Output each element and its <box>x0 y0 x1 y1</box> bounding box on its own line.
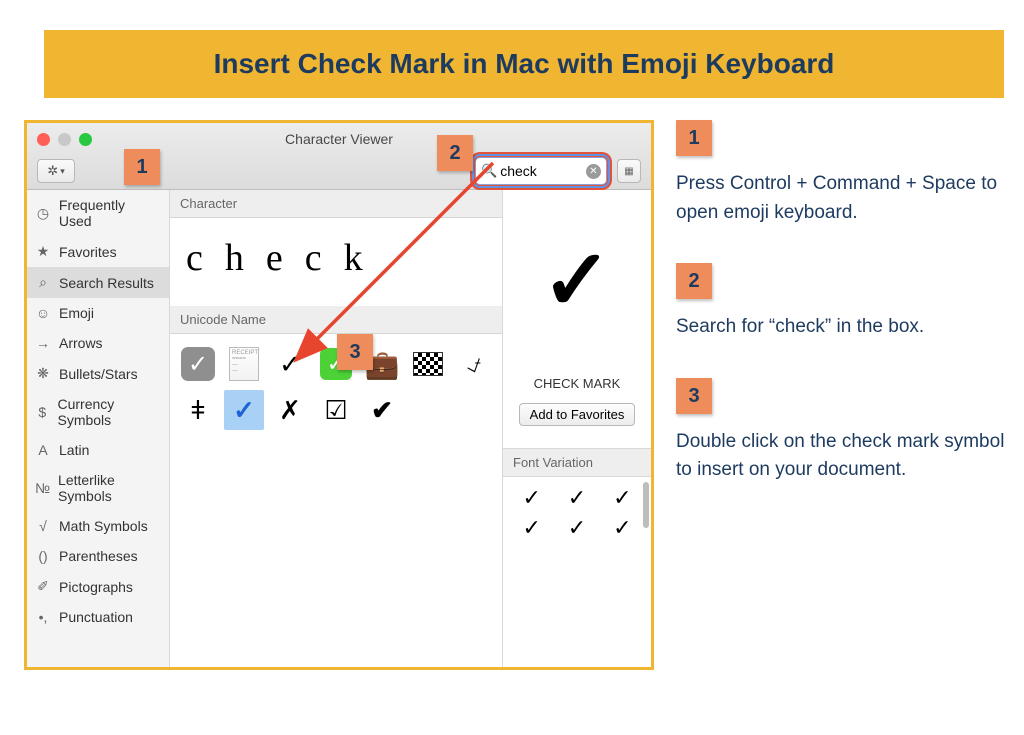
search-field[interactable]: 🔍 ✕ <box>475 157 607 185</box>
instruction-text: Press Control + Command + Space to open … <box>676 170 1010 227</box>
font-variation-header: Font Variation <box>503 448 651 477</box>
font-variation-cell[interactable]: ✓ <box>511 515 552 541</box>
sidebar-icon: $ <box>35 404 49 420</box>
sidebar-item-emoji[interactable]: ☺ Emoji <box>27 298 169 328</box>
sidebar-item-label: Pictographs <box>59 579 133 595</box>
scrollbar-thumb[interactable] <box>643 482 649 528</box>
unicode-section-header: Unicode Name <box>170 306 502 334</box>
sidebar-item-parentheses[interactable]: () Parentheses <box>27 541 169 571</box>
sidebar-item-search-results[interactable]: ⌕ Search Results <box>27 267 169 298</box>
unicode-grid: ✓RECEIPT====------✓✓💼⍻ǂ✓✗☑✔ <box>170 334 502 440</box>
search-input[interactable] <box>500 163 586 179</box>
character-letters: check <box>170 218 502 306</box>
add-to-favorites-button[interactable]: Add to Favorites <box>519 403 636 426</box>
instruction-text: Double click on the check mark symbol to… <box>676 428 1010 485</box>
sidebar-icon: → <box>35 335 51 351</box>
sidebar-item-frequently-used[interactable]: ◷ Frequently Used <box>27 190 169 236</box>
sidebar-icon: •, <box>35 609 51 625</box>
window-title: Character Viewer <box>27 131 651 147</box>
sidebar-item-label: Emoji <box>59 305 94 321</box>
sidebar-item-label: Math Symbols <box>59 518 148 534</box>
sidebar-icon: № <box>35 480 50 496</box>
instruction-step: 3 Double click on the check mark symbol t… <box>676 378 1010 485</box>
character-name-label: CHECK MARK <box>503 370 651 403</box>
font-variation-cell[interactable]: ✓ <box>556 515 597 541</box>
sidebar-item-label: Punctuation <box>59 609 133 625</box>
unicode-cell[interactable]: RECEIPT====------ <box>224 344 264 384</box>
font-variation-cell[interactable]: ✓ <box>602 485 643 511</box>
unicode-cell[interactable]: ✓ <box>224 390 264 430</box>
page-banner: Insert Check Mark in Mac with Emoji Keyb… <box>44 30 1004 98</box>
sidebar-icon: A <box>35 442 51 458</box>
preview-glyph: ✓ <box>503 190 651 370</box>
sidebar-item-label: Parentheses <box>59 548 138 564</box>
sidebar-item-punctuation[interactable]: •, Punctuation <box>27 602 169 632</box>
sidebar-icon: ❋ <box>35 365 51 382</box>
sidebar-item-label: Search Results <box>59 275 154 291</box>
instruction-badge: 3 <box>676 378 712 414</box>
unicode-cell[interactable]: ☑ <box>316 390 356 430</box>
sidebar-item-label: Currency Symbols <box>57 396 161 428</box>
chevron-down-icon: ▾ <box>60 166 65 177</box>
sidebar-item-label: Arrows <box>59 335 103 351</box>
gear-icon: ✲ <box>47 163 58 179</box>
sidebar-icon: √ <box>35 518 51 534</box>
category-sidebar: ◷ Frequently Used ★ Favorites ⌕ Search Result… <box>27 190 170 667</box>
search-icon: 🔍 <box>481 163 497 179</box>
sidebar-item-math-symbols[interactable]: √ Math Symbols <box>27 511 169 541</box>
instruction-badge: 2 <box>676 263 712 299</box>
window-titlebar: Character Viewer ✲ ▾ 🔍 ✕ ▦ <box>27 123 651 190</box>
keyboard-viewer-button[interactable]: ▦ <box>617 159 641 183</box>
sidebar-item-bullets-stars[interactable]: ❋ Bullets/Stars <box>27 358 169 389</box>
sidebar-item-label: Letterlike Symbols <box>58 472 161 504</box>
sidebar-icon: ✐ <box>35 578 51 595</box>
sidebar-item-letterlike-symbols[interactable]: № Letterlike Symbols <box>27 465 169 511</box>
sidebar-item-arrows[interactable]: → Arrows <box>27 328 169 358</box>
grid-icon: ▦ <box>624 166 633 177</box>
font-variation-cell[interactable]: ✓ <box>602 515 643 541</box>
sidebar-item-label: Frequently Used <box>59 197 161 229</box>
clear-search-icon[interactable]: ✕ <box>586 164 601 179</box>
sidebar-icon: () <box>35 548 51 564</box>
font-variation-cell[interactable]: ✓ <box>511 485 552 511</box>
callout-badge-1: 1 <box>124 149 160 185</box>
unicode-cell[interactable]: ǂ <box>178 390 218 430</box>
unicode-cell[interactable] <box>408 344 448 384</box>
unicode-cell[interactable]: ✔ <box>362 390 402 430</box>
character-viewer-window: Character Viewer ✲ ▾ 🔍 ✕ ▦ ◷ Frequently U… <box>24 120 654 670</box>
unicode-cell[interactable]: ⍻ <box>454 344 494 384</box>
gear-menu-button[interactable]: ✲ ▾ <box>37 159 75 183</box>
sidebar-item-favorites[interactable]: ★ Favorites <box>27 236 169 267</box>
sidebar-icon: ☺ <box>35 305 51 321</box>
sidebar-item-currency-symbols[interactable]: $ Currency Symbols <box>27 389 169 435</box>
preview-column: ✓ CHECK MARK Add to Favorites Font Varia… <box>503 190 651 667</box>
unicode-cell[interactable]: ✓ <box>178 344 218 384</box>
unicode-cell[interactable]: ✗ <box>270 390 310 430</box>
sidebar-item-latin[interactable]: A Latin <box>27 435 169 465</box>
instructions-column: 1 Press Control + Command + Space to open… <box>676 120 1010 670</box>
results-column: Character check Unicode Name ✓RECEIPT===… <box>170 190 503 667</box>
unicode-cell[interactable]: ✓ <box>270 344 310 384</box>
sidebar-item-label: Bullets/Stars <box>59 366 138 382</box>
sidebar-item-label: Latin <box>59 442 89 458</box>
sidebar-icon: ◷ <box>35 205 51 222</box>
sidebar-item-label: Favorites <box>59 244 117 260</box>
preview-char: ✓ <box>542 231 612 329</box>
sidebar-icon: ★ <box>35 243 51 260</box>
character-section-header: Character <box>170 190 502 218</box>
font-variation-grid: ✓✓✓✓✓✓ <box>503 477 651 549</box>
callout-badge-2: 2 <box>437 135 473 171</box>
instruction-step: 2 Search for “check” in the box. <box>676 263 1010 342</box>
callout-badge-3: 3 <box>337 334 373 370</box>
sidebar-icon: ⌕ <box>35 274 51 291</box>
instruction-badge: 1 <box>676 120 712 156</box>
instruction-step: 1 Press Control + Command + Space to open… <box>676 120 1010 227</box>
sidebar-item-pictographs[interactable]: ✐ Pictographs <box>27 571 169 602</box>
instruction-text: Search for “check” in the box. <box>676 313 1010 342</box>
font-variation-cell[interactable]: ✓ <box>556 485 597 511</box>
